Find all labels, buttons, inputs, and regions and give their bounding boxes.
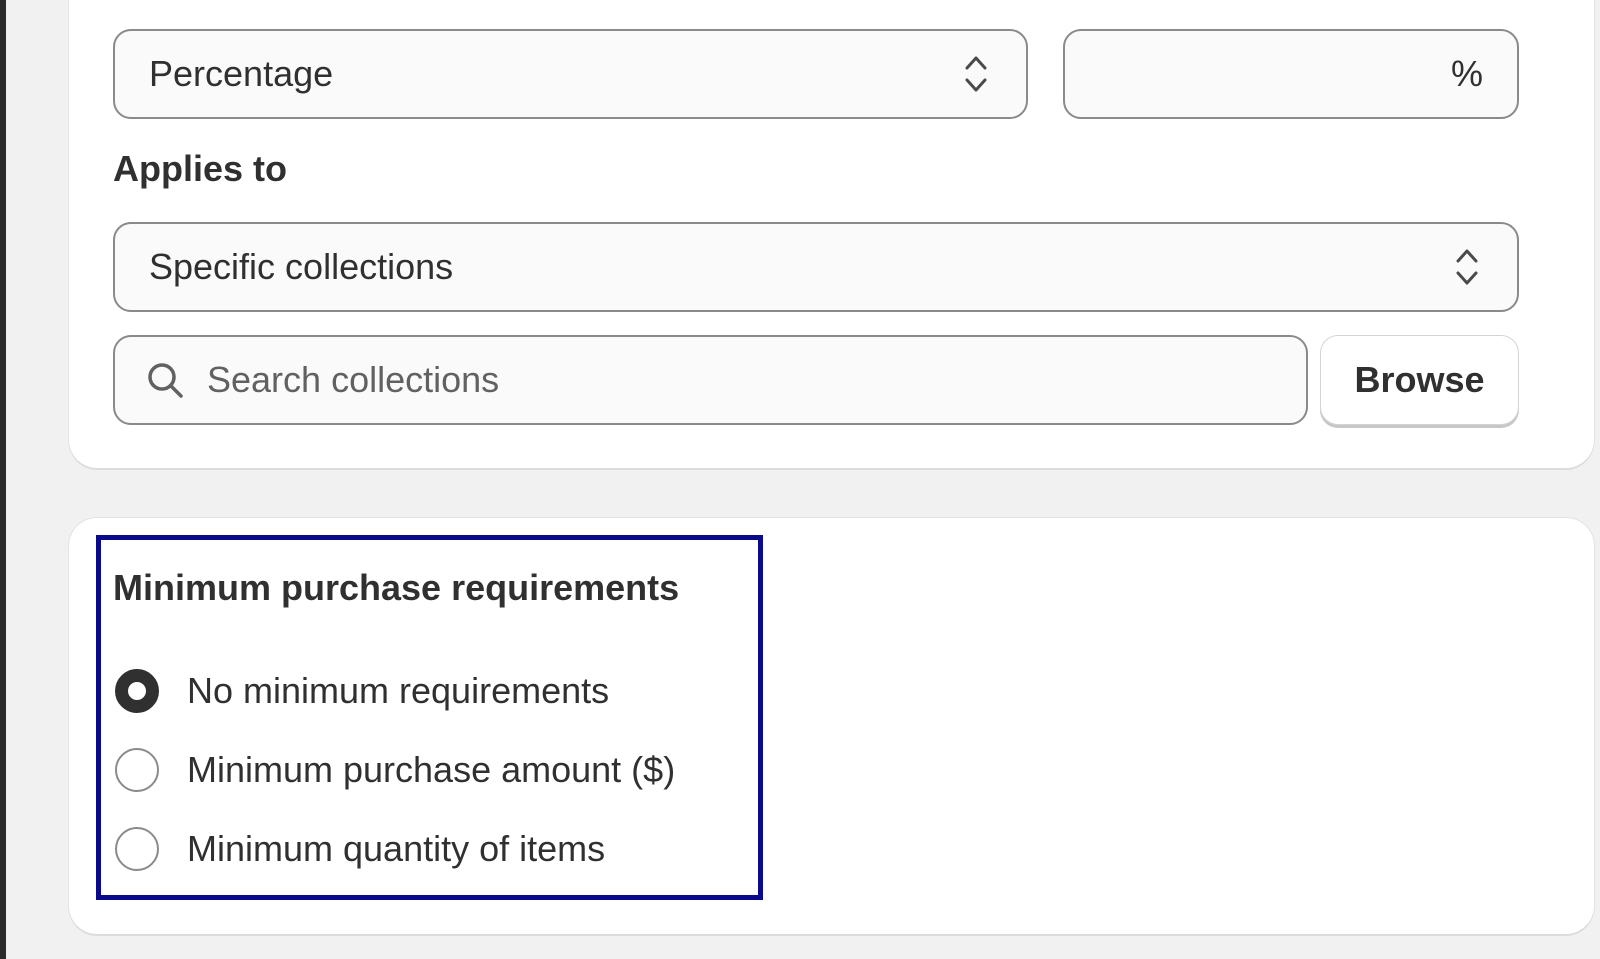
radio-button[interactable]	[115, 748, 159, 792]
percent-suffix: %	[1450, 53, 1483, 94]
radio-option-no-minimum[interactable]: No minimum requirements	[115, 669, 609, 713]
chevron-up-down-icon	[1456, 249, 1478, 285]
radio-option-minimum-quantity[interactable]: Minimum quantity of items	[115, 827, 605, 871]
radio-button[interactable]	[115, 669, 159, 713]
applies-to-label: Applies to	[113, 148, 288, 189]
chevron-up-down-icon	[965, 56, 987, 92]
applies-to-select[interactable]: Specific collections	[113, 222, 1519, 312]
window-edge	[0, 0, 6, 959]
search-icon	[148, 363, 183, 398]
search-collections-input[interactable]	[205, 358, 1306, 402]
browse-button[interactable]: Browse	[1320, 335, 1519, 425]
discount-value-field[interactable]: %	[1063, 29, 1519, 119]
radio-option-minimum-amount[interactable]: Minimum purchase amount ($)	[115, 748, 675, 792]
minimum-requirements-title: Minimum purchase requirements	[113, 567, 680, 608]
radio-button[interactable]	[115, 827, 159, 871]
radio-option-label: Minimum purchase amount ($)	[187, 749, 676, 790]
discount-type-select[interactable]: Percentage	[113, 29, 1028, 119]
search-collections-field[interactable]	[113, 335, 1308, 425]
applies-to-selected: Specific collections	[149, 246, 454, 287]
discount-type-selected: Percentage	[149, 53, 334, 94]
radio-option-label: Minimum quantity of items	[187, 828, 606, 869]
radio-option-label: No minimum requirements	[187, 670, 610, 711]
